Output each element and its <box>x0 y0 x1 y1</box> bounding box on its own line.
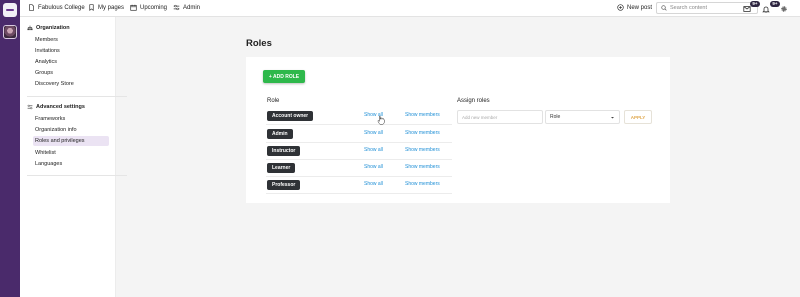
document-icon <box>29 4 34 11</box>
bookmark-icon <box>89 4 94 11</box>
nav-item-my-pages[interactable]: My pages <box>88 4 124 11</box>
nav-item-label: My pages <box>98 4 125 11</box>
page-title: Roles <box>246 38 272 49</box>
sidebar-item-roles-and-privileges[interactable]: Roles and privileges <box>33 136 109 146</box>
role-tag: Account owner <box>267 111 314 121</box>
role-tag: Professor <box>267 180 301 190</box>
role-column-label: Role <box>267 98 280 104</box>
show-members-link[interactable]: Show members <box>405 112 440 118</box>
top-bar: Fabulous College My pages Upcoming Admin… <box>20 0 800 17</box>
role-row: Account owner Show all Show members <box>266 108 452 125</box>
nav-item-fabulous-college[interactable]: Fabulous College <box>28 4 85 11</box>
role-row: Instructor Show all Show members <box>266 143 452 160</box>
sidebar-item-discovery-store[interactable]: Discovery Store <box>35 79 111 89</box>
sidebar-item-frameworks[interactable]: Frameworks <box>35 114 111 124</box>
sidebar-item-whitelist[interactable]: Whitelist <box>35 148 111 158</box>
chevron-down-icon <box>611 117 614 119</box>
nav-item-label: Upcoming <box>140 4 168 11</box>
gear-icon[interactable] <box>780 5 788 13</box>
sidebar-divider <box>27 96 127 97</box>
show-all-link[interactable]: Show all <box>364 147 383 153</box>
hand-cursor-icon <box>377 115 385 125</box>
nav-item-admin[interactable]: Admin <box>173 4 200 11</box>
organization-section-title: Organization <box>36 25 70 31</box>
role-select-value: Role <box>550 114 561 120</box>
search-icon <box>661 5 667 11</box>
role-row: Admin Show all Show members <box>266 126 452 143</box>
show-members-link[interactable]: Show members <box>405 181 440 187</box>
app-logo[interactable] <box>3 3 17 17</box>
app-rail <box>0 0 20 297</box>
show-members-link[interactable]: Show members <box>405 130 440 136</box>
add-role-button[interactable]: + ADD ROLE <box>263 70 305 83</box>
add-member-input[interactable] <box>457 110 543 124</box>
show-all-link[interactable]: Show all <box>364 164 383 170</box>
role-row: Professor Show all Show members <box>266 177 452 194</box>
role-select[interactable]: Role <box>545 110 620 124</box>
search-input[interactable] <box>670 5 750 11</box>
show-all-link[interactable]: Show all <box>364 181 383 187</box>
sidebar-item-members[interactable]: Members <box>35 35 111 45</box>
assign-roles-label: Assign roles <box>457 98 490 104</box>
advanced-settings-title: Advanced settings <box>36 104 85 110</box>
sidebar-item-languages[interactable]: Languages <box>35 159 111 169</box>
show-members-link[interactable]: Show members <box>405 147 440 153</box>
role-tag: Admin <box>267 129 293 139</box>
plus-circle-icon <box>617 4 624 11</box>
avatar[interactable] <box>3 25 17 39</box>
sidebar-item-organization-info[interactable]: Organization info <box>35 125 111 135</box>
new-post-button[interactable]: New post <box>617 4 652 11</box>
bell-icon[interactable] <box>762 5 770 13</box>
role-row: Learner Show all Show members <box>266 160 452 177</box>
sliders-icon <box>173 4 180 11</box>
sidebar: Organization Members Invitations Analyti… <box>20 17 127 297</box>
mail-count-badge: 9+ <box>750 1 760 7</box>
show-all-link[interactable]: Show all <box>364 130 383 136</box>
nav-item-label: Admin <box>183 4 201 11</box>
roles-card: + ADD ROLE Role Assign roles Account own… <box>246 57 670 203</box>
role-tag: Learner <box>267 163 296 173</box>
nav-item-label: Fabulous College <box>38 4 85 11</box>
role-tag: Instructor <box>267 146 301 156</box>
calendar-icon <box>130 4 137 11</box>
sidebar-item-invitations[interactable]: Invitations <box>35 46 111 56</box>
organization-icon <box>27 25 33 31</box>
new-post-label: New post <box>627 4 653 11</box>
notification-count-badge: 9+ <box>770 1 780 7</box>
show-members-link[interactable]: Show members <box>405 164 440 170</box>
sidebar-item-groups[interactable]: Groups <box>35 68 111 78</box>
settings-sliders-icon <box>27 104 33 110</box>
advanced-settings-section-header: Advanced settings <box>27 104 85 110</box>
organization-section-header: Organization <box>27 25 70 31</box>
sidebar-item-analytics[interactable]: Analytics <box>35 57 111 67</box>
apply-button[interactable]: APPLY <box>624 110 652 124</box>
mail-icon[interactable] <box>743 5 751 13</box>
sidebar-divider <box>27 175 127 176</box>
nav-item-upcoming[interactable]: Upcoming <box>130 4 167 11</box>
